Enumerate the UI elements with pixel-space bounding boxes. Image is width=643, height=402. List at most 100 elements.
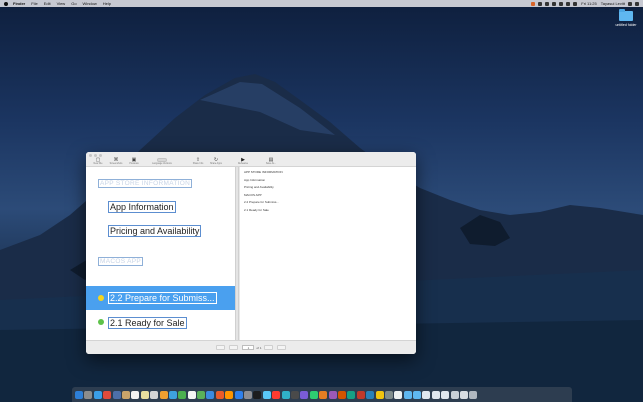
photos-dock-icon[interactable] <box>159 390 168 399</box>
next-page-button[interactable] <box>263 345 273 350</box>
chrome-dock-icon[interactable] <box>103 390 112 399</box>
sync-icon[interactable] <box>538 1 543 6</box>
menu-help[interactable]: Help <box>103 1 111 6</box>
notification-center-icon[interactable] <box>635 1 639 6</box>
folder-dock-icon[interactable] <box>403 390 412 399</box>
window-content: APP STORE INFORMATION App Information Pr… <box>86 167 416 346</box>
menu-app-name[interactable]: Finder <box>13 1 25 6</box>
page-number-field[interactable]: 1 <box>242 345 255 350</box>
app-dock-icon[interactable] <box>347 390 356 399</box>
item-app-information[interactable]: App Information <box>108 201 176 213</box>
volume-icon[interactable] <box>566 1 571 6</box>
app-dock-icon[interactable] <box>319 390 328 399</box>
notes-dock-icon[interactable] <box>140 390 149 399</box>
app-dock-icon[interactable] <box>366 390 375 399</box>
app-dock-icon[interactable] <box>375 390 384 399</box>
document-dock-icon[interactable] <box>422 390 431 399</box>
menu-go[interactable]: Go <box>71 1 76 6</box>
section-app-store-info[interactable]: APP STORE INFORMATION <box>98 179 193 188</box>
dock <box>72 387 572 402</box>
bluetooth-icon[interactable] <box>552 1 557 6</box>
contacts-dock-icon[interactable] <box>121 390 130 399</box>
trash-dock-icon[interactable] <box>469 390 478 399</box>
app-status-icon[interactable] <box>531 1 536 6</box>
first-page-button[interactable] <box>216 345 226 350</box>
minimize-window-button[interactable] <box>94 154 97 157</box>
wifi-icon[interactable] <box>559 1 564 6</box>
app-dock-icon[interactable] <box>300 390 309 399</box>
xcode-dock-icon[interactable] <box>262 390 271 399</box>
terminal-dock-icon[interactable] <box>253 390 262 399</box>
outline-pane[interactable]: APP STORE INFORMATION App Information Pr… <box>86 167 235 346</box>
tool-share-apps[interactable]: ↻ Share Apps <box>207 157 225 165</box>
reminders-dock-icon[interactable] <box>150 390 159 399</box>
tool-label: Previews <box>129 163 139 165</box>
music-dock-icon[interactable] <box>215 390 224 399</box>
screen-icon[interactable] <box>545 1 550 6</box>
apple-menu-icon[interactable] <box>4 1 8 6</box>
battery-icon[interactable] <box>573 1 578 6</box>
last-page-button[interactable] <box>276 345 286 350</box>
app-store-dock-icon[interactable] <box>234 390 243 399</box>
app-dock-icon[interactable] <box>328 390 337 399</box>
launchpad-dock-icon[interactable] <box>84 390 93 399</box>
finder-dock-icon[interactable] <box>75 390 83 399</box>
document-dock-icon[interactable] <box>460 390 469 399</box>
document-dock-icon[interactable] <box>450 390 459 399</box>
document-dock-icon[interactable] <box>394 390 403 399</box>
desktop-folder-label: untitled folder <box>615 23 637 27</box>
window-controls <box>89 154 104 157</box>
spotlight-icon[interactable] <box>628 1 632 6</box>
preview-line: APP STORE INFORMATION <box>244 170 283 174</box>
menu-file[interactable]: File <box>31 1 37 6</box>
mail-dock-icon[interactable] <box>112 390 121 399</box>
calendar-dock-icon[interactable] <box>131 390 140 399</box>
document-dock-icon[interactable] <box>431 390 440 399</box>
system-preferences-dock-icon[interactable] <box>244 390 253 399</box>
app-dock-icon[interactable] <box>309 390 318 399</box>
app-dock-icon[interactable] <box>356 390 365 399</box>
app-dock-icon[interactable] <box>384 390 393 399</box>
item-prepare-for-submission[interactable]: 2.2 Prepare for Submiss... <box>108 292 217 304</box>
tool-language-versions[interactable]: Language Versions <box>149 158 175 165</box>
desktop-folder[interactable]: untitled folder <box>612 9 640 27</box>
app-dock-icon[interactable] <box>272 390 281 399</box>
downloads-folder-dock-icon[interactable] <box>413 390 422 399</box>
clock[interactable]: Fri 11:25 <box>581 1 597 6</box>
books-dock-icon[interactable] <box>225 390 234 399</box>
preview-line: 2.2 Prepare for Submiss... <box>244 200 279 204</box>
document-dock-icon[interactable] <box>441 390 450 399</box>
facetime-dock-icon[interactable] <box>178 390 187 399</box>
menu-window[interactable]: Window <box>83 1 97 6</box>
pages-dock-icon[interactable] <box>187 390 196 399</box>
safari-dock-icon[interactable] <box>93 390 102 399</box>
tool-label: Share Apps <box>210 163 222 165</box>
numbers-dock-icon[interactable] <box>197 390 206 399</box>
tool-screenshots[interactable]: ⌘ Screenshots <box>107 157 125 165</box>
user-name[interactable]: Tayasui Levitt <box>601 1 625 6</box>
previous-page-button[interactable] <box>229 345 239 350</box>
app-dock-icon[interactable] <box>290 390 299 399</box>
app-dock-icon[interactable] <box>281 390 290 399</box>
tool-new-file[interactable]: ▢ New File <box>89 157 107 165</box>
tool-previews[interactable]: ▣ Previews <box>125 157 143 165</box>
item-pricing-availability[interactable]: Pricing and Availability <box>108 225 202 237</box>
preview-line: MACOS APP <box>244 192 262 197</box>
tool-rehearse[interactable]: ▶ Rehearse <box>234 157 252 165</box>
keynote-dock-icon[interactable] <box>206 390 215 399</box>
tool-label: Language Versions <box>152 163 172 165</box>
section-macos-app[interactable]: MACOS APP <box>98 257 143 266</box>
menu-edit[interactable]: Edit <box>44 1 51 6</box>
tool-share-info[interactable]: ⇧ Share Info <box>189 157 207 165</box>
tool-save-as[interactable]: ▤ Save As... <box>262 157 280 165</box>
close-window-button[interactable] <box>89 154 92 157</box>
item-ready-for-sale[interactable]: 2.1 Ready for Sale <box>108 317 187 329</box>
messages-dock-icon[interactable] <box>168 390 177 399</box>
tool-label: Share Info <box>192 163 204 165</box>
app-window: ▢ New File ⌘ Screenshots ▣ Previews Lang… <box>86 152 416 354</box>
selected-row-prepare[interactable]: 2.2 Prepare for Submiss... <box>86 286 235 310</box>
menu-view[interactable]: View <box>57 1 66 6</box>
app-dock-icon[interactable] <box>337 390 346 399</box>
zoom-window-button[interactable] <box>99 154 102 157</box>
text-preview-pane[interactable]: APP STORE INFORMATION App Information Pr… <box>239 167 416 340</box>
